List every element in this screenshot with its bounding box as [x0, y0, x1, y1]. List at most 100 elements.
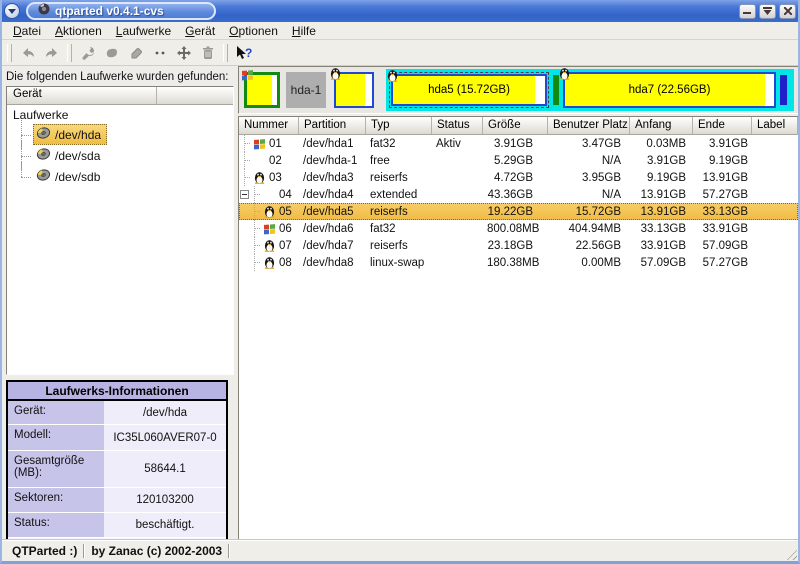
- info-row: Modell:IC35L060AVER07-0: [8, 425, 226, 451]
- table-row-dev-hda6[interactable]: 06/dev/hda6fat32800.08MB404.94MB33.13GB3…: [239, 220, 798, 237]
- collapse-expander[interactable]: [240, 190, 249, 199]
- partition-name: /dev/hda3: [299, 172, 366, 184]
- tree-item-dev-hda[interactable]: /dev/hda: [21, 124, 233, 145]
- menu-aktionen[interactable]: Aktionen: [48, 24, 109, 38]
- minimize-button[interactable]: [739, 4, 756, 19]
- window-menu-button[interactable]: [4, 3, 20, 19]
- table-row-dev-hda-1[interactable]: 02/dev/hda-1free5.29GBN/A3.91GB9.19GB: [239, 152, 798, 169]
- column-header-label[interactable]: Label: [752, 117, 798, 134]
- device-name: /dev/hda: [55, 128, 101, 142]
- maximize-button[interactable]: [759, 4, 776, 19]
- tree-line: [242, 169, 251, 186]
- used-cell: 0.00MB: [548, 257, 630, 269]
- start-cell: 9.19GB: [630, 172, 693, 184]
- type-cell: reiserfs: [366, 240, 432, 252]
- used-cell: 404.94MB: [548, 223, 630, 235]
- hard-disk-icon: [36, 147, 51, 164]
- table-row-dev-hda3[interactable]: 03/dev/hda3reiserfs4.72GB3.95GB9.19GB13.…: [239, 169, 798, 186]
- table-row-dev-hda7[interactable]: 07/dev/hda7reiserfs23.18GB22.56GB33.91GB…: [239, 237, 798, 254]
- toolbar-handle[interactable]: [223, 44, 228, 62]
- property-button[interactable]: [100, 42, 123, 64]
- found-drives-label: Die folgenden Laufwerke wurden gefunden:: [6, 69, 234, 86]
- eraser-button[interactable]: [124, 42, 147, 64]
- whats-this-button[interactable]: ?: [232, 42, 255, 64]
- tux-icon: [559, 67, 570, 85]
- free-space-stripe: [365, 74, 372, 106]
- column-header-typ[interactable]: Typ: [366, 117, 432, 134]
- table-row-dev-hda8[interactable]: 08/dev/hda8linux-swap180.38MB0.00MB57.09…: [239, 254, 798, 271]
- wrench-button[interactable]: [76, 42, 99, 64]
- toolbar-handle[interactable]: [7, 44, 12, 62]
- partition-cell-hda5[interactable]: hda5 (15.72GB): [389, 72, 549, 108]
- extended-partition-container: hda5 (15.72GB) hda7 (22.56GB): [386, 69, 794, 111]
- move-button[interactable]: [172, 42, 195, 64]
- partition-name: /dev/hda7: [299, 240, 366, 252]
- end-cell: 33.91GB: [693, 223, 752, 235]
- resize-icon: [152, 45, 168, 61]
- type-cell: linux-swap: [366, 257, 432, 269]
- chevron-down-icon: [8, 9, 16, 14]
- table-row-dev-hda5[interactable]: 05/dev/hda5reiserfs19.22GB15.72GB13.91GB…: [239, 203, 798, 220]
- info-label: Gesamtgröße (MB):: [8, 451, 104, 487]
- tree-line: [242, 135, 251, 152]
- tux-icon: [251, 171, 267, 184]
- partition-segment-hda3[interactable]: [334, 72, 374, 108]
- eraser-icon: [128, 45, 144, 61]
- info-row: Gerät:/dev/hda: [8, 401, 226, 425]
- device-name: /dev/sdb: [55, 170, 100, 184]
- menu-laufwerke[interactable]: Laufwerke: [109, 24, 178, 38]
- tree-item-dev-sdb[interactable]: /dev/sdb: [21, 166, 233, 187]
- undo-button[interactable]: [16, 42, 39, 64]
- delete-button[interactable]: [196, 42, 219, 64]
- size-cell: 180.38MB: [483, 257, 548, 269]
- partition-mini-hda8[interactable]: [780, 75, 787, 105]
- menu-datei[interactable]: Datei: [6, 24, 48, 38]
- size-cell: 19.22GB: [483, 206, 548, 218]
- tux-icon: [261, 239, 277, 252]
- free-space-segment[interactable]: hda-1: [286, 72, 326, 108]
- tree-line: [252, 186, 261, 203]
- type-cell: fat32: [366, 138, 432, 150]
- menu-optionen[interactable]: Optionen: [222, 24, 285, 38]
- used-cell: N/A: [548, 189, 630, 201]
- tree-branch: [21, 124, 33, 145]
- table-row-dev-hda1[interactable]: 01/dev/hda1fat32Aktiv3.91GB3.47GB0.03MB3…: [239, 135, 798, 152]
- menu-hilfe[interactable]: Hilfe: [285, 24, 323, 38]
- table-row-dev-hda4[interactable]: 04/dev/hda4extended43.36GBN/A13.91GB57.2…: [239, 186, 798, 203]
- partition-number: 01: [267, 138, 282, 150]
- end-cell: 57.27GB: [693, 189, 752, 201]
- column-header-ende[interactable]: Ende: [693, 117, 752, 134]
- undo-icon: [20, 45, 36, 61]
- end-cell: 33.13GB: [693, 206, 752, 218]
- move-icon: [176, 45, 192, 61]
- hard-disk-icon: [36, 168, 51, 185]
- toolbar: ?: [2, 40, 798, 66]
- partition-number: 07: [277, 240, 292, 252]
- column-header-benutzerplatz[interactable]: Benutzer Platz: [548, 117, 630, 134]
- partition-name: /dev/hda8: [299, 257, 366, 269]
- tree-item-dev-sda[interactable]: /dev/sda: [21, 145, 233, 166]
- resize-grip[interactable]: [784, 547, 797, 560]
- window-controls: [739, 4, 796, 19]
- partition-table-header: NummerPartitionTypStatusGrößeBenutzer Pl…: [239, 117, 798, 135]
- column-header-gre[interactable]: Größe: [483, 117, 548, 134]
- resize-button[interactable]: [148, 42, 171, 64]
- partition-segment-hda1[interactable]: [244, 72, 280, 108]
- tree-line: [252, 237, 261, 254]
- close-button[interactable]: [779, 4, 796, 19]
- column-header-partition[interactable]: Partition: [299, 117, 366, 134]
- redo-button[interactable]: [40, 42, 63, 64]
- tree-root-laufwerke[interactable]: Laufwerke: [13, 107, 233, 124]
- partition-cell-hda7[interactable]: hda7 (22.56GB): [563, 72, 776, 108]
- toolbar-handle[interactable]: [67, 44, 72, 62]
- tree-branch: [21, 166, 33, 187]
- used-cell: 3.47GB: [548, 138, 630, 150]
- end-cell: 9.19GB: [693, 155, 752, 167]
- column-header-status[interactable]: Status: [432, 117, 483, 134]
- column-header-nummer[interactable]: Nummer: [239, 117, 299, 134]
- column-header-anfang[interactable]: Anfang: [630, 117, 693, 134]
- tree-header-geraet[interactable]: Gerät: [7, 87, 157, 104]
- menu-gert[interactable]: Gerät: [178, 24, 222, 38]
- partition-segment-hda5[interactable]: hda5 (15.72GB): [391, 74, 547, 106]
- partition-segment-hda7[interactable]: hda7 (22.56GB): [563, 72, 776, 108]
